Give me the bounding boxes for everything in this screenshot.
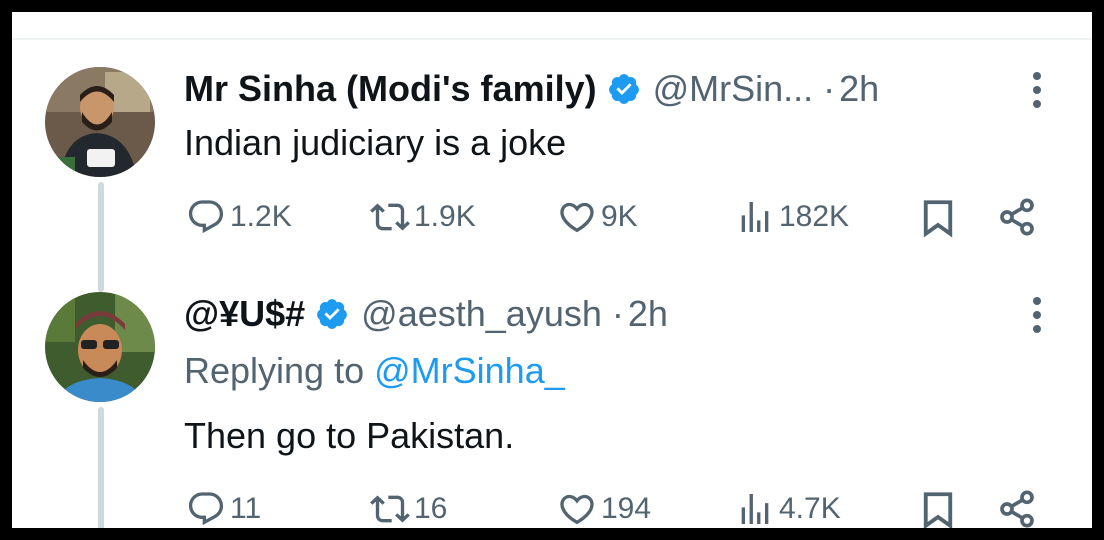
bookmark-icon (917, 197, 959, 239)
reply-button[interactable]: 1.2K (186, 197, 292, 237)
views-icon (735, 197, 775, 237)
views-icon (735, 489, 775, 528)
views-button[interactable]: 182K (735, 197, 849, 237)
retweet-button[interactable]: 1.9K (370, 197, 476, 237)
avatar[interactable] (45, 67, 155, 177)
views-button[interactable]: 4.7K (735, 489, 841, 528)
share-button[interactable] (997, 489, 1037, 528)
reply-count: 1.2K (230, 200, 292, 233)
share-button[interactable] (997, 197, 1037, 237)
tweet-text: Then go to Pakistan. (184, 415, 515, 456)
avatar[interactable] (45, 292, 155, 402)
display-name[interactable]: Mr Sinha (Modi's family) (184, 68, 597, 110)
more-icon[interactable] (1031, 297, 1043, 333)
tweet-text: Indian judiciary is a joke (184, 122, 567, 163)
replying-to: Replying to @MrSinha_ (184, 350, 565, 392)
replying-prefix: Replying to (184, 350, 365, 391)
separator: · (823, 68, 836, 109)
tweet-thread: Mr Sinha (Modi's family) @MrSin... · 2h … (12, 12, 1092, 528)
share-icon (997, 197, 1037, 237)
views-count: 182K (779, 200, 850, 233)
like-button[interactable]: 194 (557, 489, 651, 528)
timestamp[interactable]: 2h (839, 68, 879, 110)
reply-count: 11 (230, 492, 262, 525)
thread-line (98, 407, 104, 528)
retweet-count: 16 (414, 492, 448, 525)
retweet-icon (370, 489, 410, 528)
verified-badge-icon (315, 297, 349, 331)
thread-line (98, 182, 104, 292)
separator: · (611, 293, 624, 334)
verified-badge-icon (607, 72, 641, 106)
heart-icon (557, 197, 597, 237)
user-handle[interactable]: @aesth_ayush (361, 293, 602, 335)
heart-icon (557, 489, 597, 528)
mention-link[interactable]: @MrSinha_ (374, 350, 565, 391)
like-count: 9K (601, 200, 638, 233)
like-count: 194 (601, 492, 652, 525)
share-icon (997, 489, 1037, 528)
divider (12, 38, 1092, 40)
more-icon[interactable] (1031, 72, 1043, 108)
views-count: 4.7K (779, 492, 841, 525)
bookmark-button[interactable] (917, 489, 959, 528)
reply-icon (186, 197, 226, 237)
like-button[interactable]: 9K (557, 197, 638, 237)
user-handle[interactable]: @MrSin... (653, 68, 814, 110)
tweet-header: Mr Sinha (Modi's family) @MrSin... · 2h (184, 64, 879, 114)
tweet-header: @¥U$# @aesth_ayush · 2h (184, 289, 668, 339)
retweet-icon (370, 197, 410, 237)
retweet-button[interactable]: 16 (370, 489, 447, 528)
reply-button[interactable]: 11 (186, 489, 261, 528)
retweet-count: 1.9K (414, 200, 476, 233)
timestamp[interactable]: 2h (628, 293, 668, 335)
bookmark-icon (917, 489, 959, 528)
bookmark-button[interactable] (917, 197, 959, 239)
reply-icon (186, 489, 226, 528)
display-name[interactable]: @¥U$# (184, 293, 305, 335)
